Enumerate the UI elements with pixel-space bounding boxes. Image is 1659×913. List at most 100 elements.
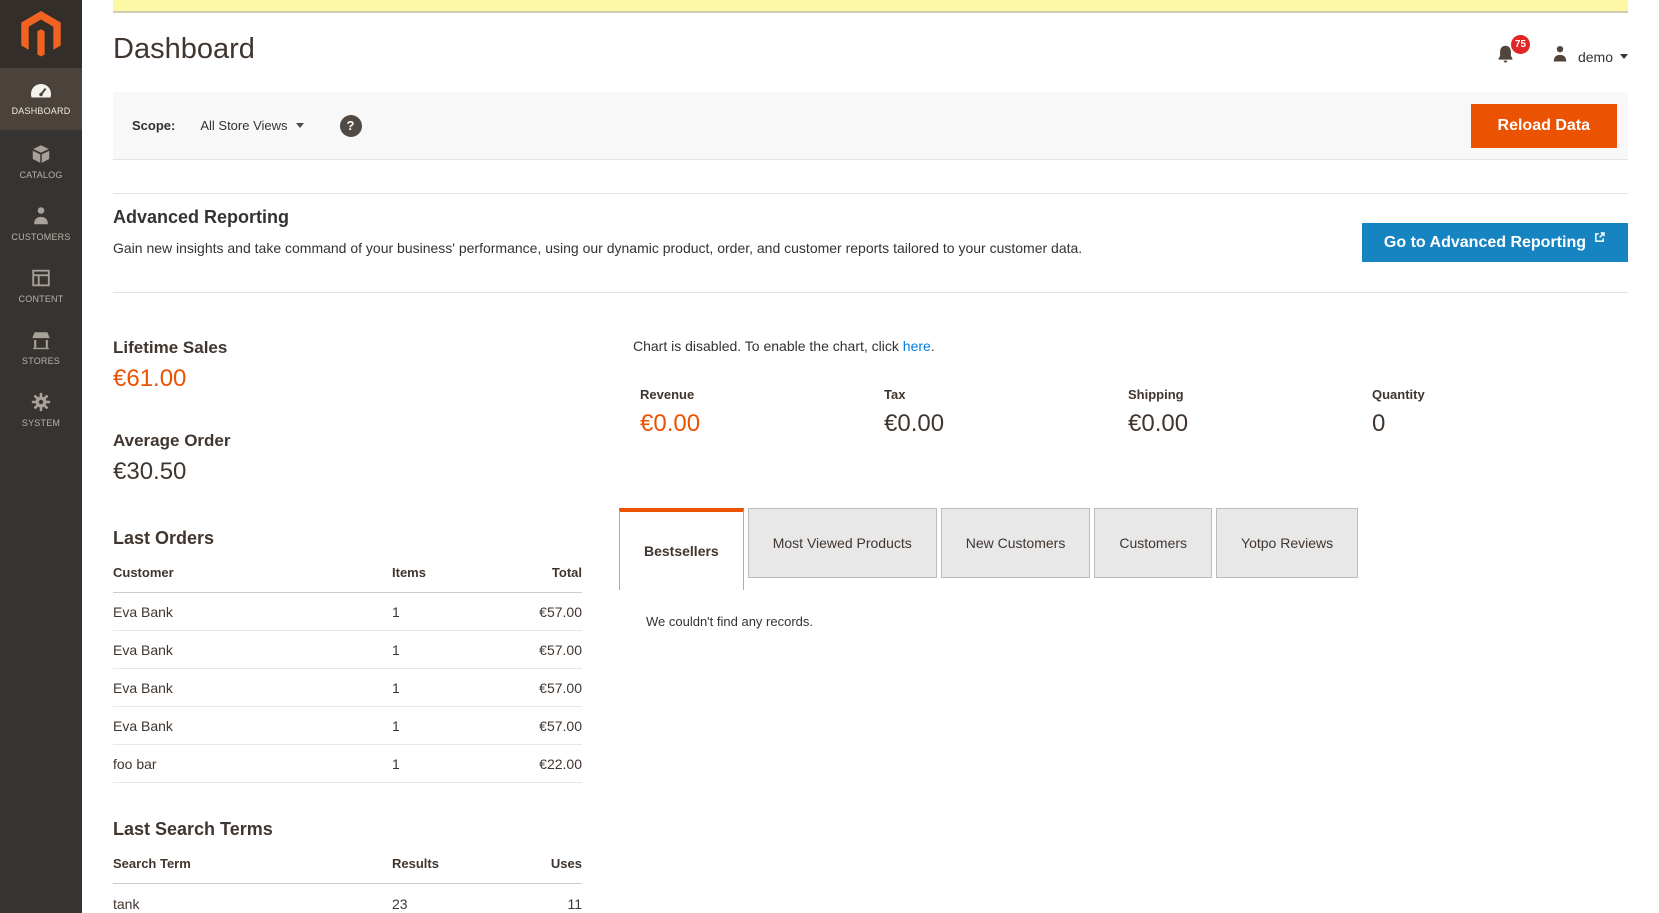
column-header: Uses — [551, 856, 582, 871]
sidebar-item-content[interactable]: CONTENT — [0, 254, 82, 316]
column-header: Results — [392, 856, 551, 871]
tab-bestsellers[interactable]: Bestsellers — [619, 508, 744, 590]
tax-metric: Tax €0.00 — [884, 387, 1128, 438]
column-header: Search Term — [113, 856, 392, 871]
external-link-icon — [1593, 231, 1606, 244]
page-header: Dashboard 75 — [113, 33, 1628, 70]
advanced-reporting-title: Advanced Reporting — [113, 207, 1082, 228]
cell-total: €57.00 — [539, 718, 582, 734]
bell-icon — [1495, 52, 1516, 69]
dashboard-columns: Lifetime Sales €61.00 Average Order €30.… — [113, 338, 1628, 913]
reload-data-button[interactable]: Reload Data — [1471, 104, 1617, 148]
cell-search-term: tank — [113, 896, 392, 912]
notifications-button[interactable]: 75 — [1495, 43, 1516, 70]
sidebar: DASHBOARD CATALOG — [0, 0, 82, 913]
cell-customer: Eva Bank — [113, 680, 392, 696]
quantity-value: 0 — [1372, 410, 1616, 438]
chevron-down-icon — [296, 123, 304, 128]
sidebar-item-stores[interactable]: STORES — [0, 316, 82, 378]
column-header: Items — [392, 565, 552, 580]
cell-items: 1 — [392, 680, 539, 696]
chart-disabled-text: Chart is disabled. To enable the chart, … — [633, 338, 903, 354]
cell-uses: 11 — [567, 896, 582, 912]
average-order-stat: Average Order €30.50 — [113, 431, 582, 486]
sidebar-item-system[interactable]: SYSTEM — [0, 378, 82, 440]
shipping-label: Shipping — [1128, 387, 1372, 402]
sidebar-item-label: CUSTOMERS — [11, 232, 70, 242]
advanced-reporting-section: Advanced Reporting Gain new insights and… — [113, 194, 1628, 262]
magento-admin-app: DASHBOARD CATALOG — [0, 0, 1659, 913]
dashboard-left-column: Lifetime Sales €61.00 Average Order €30.… — [113, 338, 582, 913]
table-row[interactable]: Eva Bank 1 €57.00 — [113, 669, 582, 707]
last-orders-table: Customer Items Total Eva Bank 1 €57.00 E… — [113, 565, 582, 783]
stores-icon — [30, 329, 52, 351]
go-to-advanced-reporting-label: Go to Advanced Reporting — [1384, 234, 1586, 252]
advanced-reporting-text: Advanced Reporting Gain new insights and… — [113, 207, 1082, 256]
store-view-switcher[interactable]: All Store Views — [200, 118, 303, 133]
header-actions: 75 demo — [1495, 43, 1628, 70]
average-order-value: €30.50 — [113, 458, 582, 486]
column-header: Total — [552, 565, 582, 580]
cell-customer: Eva Bank — [113, 604, 392, 620]
table-row[interactable]: foo bar 1 €22.00 — [113, 745, 582, 783]
table-row[interactable]: tank 23 11 — [113, 884, 582, 913]
tax-value: €0.00 — [884, 410, 1128, 438]
tax-label: Tax — [884, 387, 1128, 402]
cell-items: 1 — [392, 756, 539, 772]
tab-customers[interactable]: Customers — [1094, 508, 1212, 578]
sidebar-nav: DASHBOARD CATALOG — [0, 68, 82, 440]
table-row[interactable]: Eva Bank 1 €57.00 — [113, 707, 582, 745]
cell-items: 1 — [392, 604, 539, 620]
last-search-terms-table: Search Term Results Uses tank 23 11 — [113, 856, 582, 913]
tab-yotpo-reviews[interactable]: Yotpo Reviews — [1216, 508, 1358, 578]
last-search-terms-header: Search Term Results Uses — [113, 856, 582, 884]
notifications-badge: 75 — [1511, 35, 1530, 54]
dashboard-tabs: Bestsellers Most Viewed Products New Cus… — [619, 508, 1628, 590]
section-divider — [113, 292, 1628, 293]
sidebar-item-label: CONTENT — [19, 294, 64, 304]
sidebar-item-label: STORES — [22, 356, 60, 366]
catalog-icon — [30, 143, 52, 165]
last-orders-header: Customer Items Total — [113, 565, 582, 593]
sidebar-item-label: DASHBOARD — [12, 106, 71, 116]
revenue-label: Revenue — [640, 387, 884, 402]
empty-records-message: We couldn't find any records. — [619, 614, 1628, 629]
go-to-advanced-reporting-button[interactable]: Go to Advanced Reporting — [1362, 223, 1628, 262]
chevron-down-icon — [1620, 54, 1628, 59]
table-row[interactable]: Eva Bank 1 €57.00 — [113, 593, 582, 631]
scope-bar: Scope: All Store Views ? Reload Data — [113, 92, 1628, 160]
dashboard-icon — [29, 83, 53, 101]
sidebar-item-label: CATALOG — [19, 170, 62, 180]
cell-customer: Eva Bank — [113, 642, 392, 658]
tab-most-viewed-products[interactable]: Most Viewed Products — [748, 508, 937, 578]
shipping-metric: Shipping €0.00 — [1128, 387, 1372, 438]
tab-new-customers[interactable]: New Customers — [941, 508, 1091, 578]
chart-disabled-suffix: . — [931, 338, 935, 354]
username: demo — [1578, 49, 1613, 65]
revenue-value: €0.00 — [640, 410, 884, 438]
sidebar-item-dashboard[interactable]: DASHBOARD — [0, 68, 82, 130]
user-menu[interactable]: demo — [1550, 44, 1628, 69]
enable-chart-link[interactable]: here — [903, 338, 931, 354]
dashboard-right-column: Chart is disabled. To enable the chart, … — [619, 338, 1628, 913]
lifetime-sales-stat: Lifetime Sales €61.00 — [113, 338, 582, 393]
cell-total: €57.00 — [539, 680, 582, 696]
help-icon[interactable]: ? — [340, 115, 362, 137]
cell-customer: foo bar — [113, 756, 392, 772]
average-order-label: Average Order — [113, 431, 582, 451]
totals-row: Revenue €0.00 Tax €0.00 Shipping €0.00 Q… — [619, 387, 1628, 438]
revenue-metric: Revenue €0.00 — [640, 387, 884, 438]
quantity-metric: Quantity 0 — [1372, 387, 1616, 438]
store-view-value: All Store Views — [200, 118, 287, 133]
cell-total: €22.00 — [539, 756, 582, 772]
lifetime-sales-value: €61.00 — [113, 365, 582, 393]
chart-disabled-note: Chart is disabled. To enable the chart, … — [619, 338, 1628, 354]
sidebar-item-catalog[interactable]: CATALOG — [0, 130, 82, 192]
content-icon — [30, 267, 52, 289]
shipping-value: €0.00 — [1128, 410, 1372, 438]
quantity-label: Quantity — [1372, 387, 1616, 402]
sidebar-item-customers[interactable]: CUSTOMERS — [0, 192, 82, 254]
last-orders-title: Last Orders — [113, 528, 582, 549]
table-row[interactable]: Eva Bank 1 €57.00 — [113, 631, 582, 669]
magento-logo[interactable] — [0, 0, 82, 68]
